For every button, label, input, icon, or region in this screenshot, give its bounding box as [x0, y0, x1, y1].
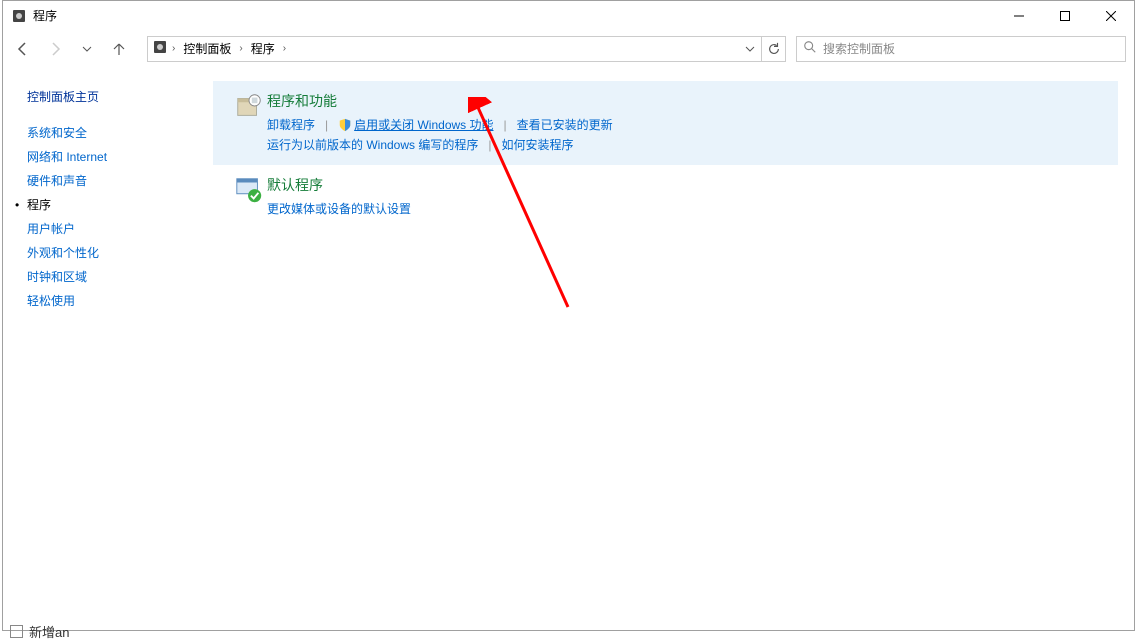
background-item-label: 新增an — [29, 622, 69, 641]
breadcrumb-root[interactable]: 控制面板 — [179, 40, 235, 57]
main-content: 程序和功能 卸载程序 | 启用或关闭 Windows 功能 | 查看已安装的更新… — [213, 67, 1134, 630]
chevron-right-icon: › — [172, 43, 175, 54]
recent-dropdown[interactable] — [73, 35, 101, 63]
default-programs-heading[interactable]: 默认程序 — [267, 175, 411, 195]
sidebar-item-ease[interactable]: 轻松使用 — [27, 289, 189, 313]
media-defaults-link[interactable]: 更改媒体或设备的默认设置 — [267, 199, 411, 219]
programs-features-heading[interactable]: 程序和功能 — [267, 91, 613, 111]
breadcrumb-current[interactable]: 程序 — [247, 40, 279, 57]
address-dropdown[interactable] — [737, 37, 761, 61]
location-icon — [152, 39, 168, 58]
checkbox-icon — [10, 625, 23, 638]
compatibility-link[interactable]: 运行为以前版本的 Windows 编写的程序 — [267, 135, 478, 155]
search-box[interactable] — [796, 36, 1126, 62]
section-programs-features: 程序和功能 卸载程序 | 启用或关闭 Windows 功能 | 查看已安装的更新… — [213, 81, 1118, 165]
chevron-right-icon: › — [239, 43, 242, 54]
navigation-bar: › 控制面板 › 程序 › — [3, 31, 1134, 67]
sidebar-item-programs[interactable]: 程序 — [27, 193, 189, 217]
installed-updates-link[interactable]: 查看已安装的更新 — [517, 115, 613, 135]
sidebar-item-hardware[interactable]: 硬件和声音 — [27, 169, 189, 193]
minimize-button[interactable] — [996, 1, 1042, 31]
search-icon — [803, 40, 817, 57]
section-default-programs: 默认程序 更改媒体或设备的默认设置 — [213, 165, 1118, 229]
up-button[interactable] — [105, 35, 133, 63]
title-bar: 程序 — [3, 1, 1134, 31]
uninstall-link[interactable]: 卸载程序 — [267, 115, 315, 135]
how-to-install-link[interactable]: 如何安装程序 — [501, 135, 573, 155]
sidebar-item-appearance[interactable]: 外观和个性化 — [27, 241, 189, 265]
close-button[interactable] — [1088, 1, 1134, 31]
maximize-button[interactable] — [1042, 1, 1088, 31]
app-icon — [11, 8, 27, 24]
background-window-fragment: 新增an — [10, 622, 69, 641]
sidebar-item-system[interactable]: 系统和安全 — [27, 121, 189, 145]
default-programs-icon — [231, 175, 267, 219]
chevron-right-icon: › — [283, 43, 286, 54]
shield-icon — [338, 118, 352, 132]
sidebar-item-users[interactable]: 用户帐户 — [27, 217, 189, 241]
back-button[interactable] — [9, 35, 37, 63]
windows-features-link[interactable]: 启用或关闭 Windows 功能 — [354, 115, 493, 135]
programs-features-icon — [231, 91, 267, 155]
sidebar-item-network[interactable]: 网络和 Internet — [27, 145, 189, 169]
forward-button[interactable] — [41, 35, 69, 63]
sidebar: 控制面板主页 系统和安全 网络和 Internet 硬件和声音 程序 用户帐户 … — [3, 67, 213, 630]
sidebar-item-clock[interactable]: 时钟和区域 — [27, 265, 189, 289]
window-title: 程序 — [33, 7, 57, 24]
search-input[interactable] — [823, 42, 1119, 56]
address-bar[interactable]: › 控制面板 › 程序 › — [147, 36, 786, 62]
refresh-button[interactable] — [761, 37, 785, 61]
control-panel-home-link[interactable]: 控制面板主页 — [27, 85, 189, 109]
